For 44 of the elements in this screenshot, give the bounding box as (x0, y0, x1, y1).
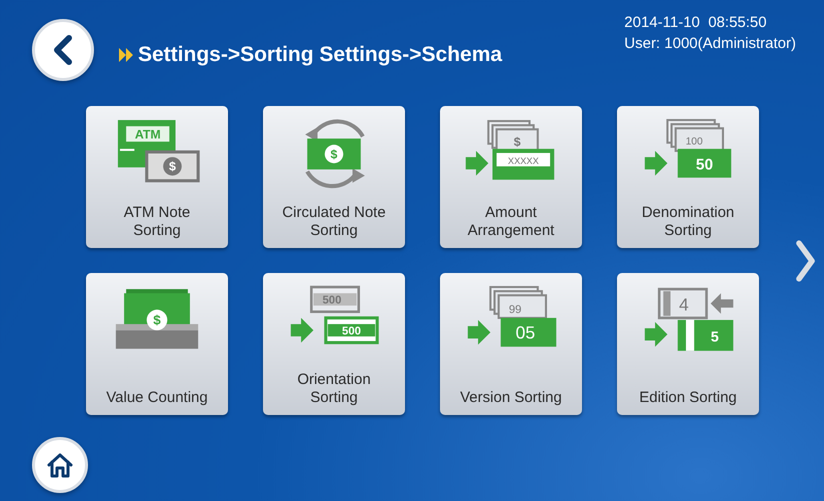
icon-text: 100 (686, 136, 703, 148)
icon-text: 5 (710, 330, 719, 346)
menu-tile[interactable]: 100 50 Denomination Sorting (617, 106, 759, 248)
icon-text: $ (153, 312, 161, 328)
tile-label: ATM Note Sorting (124, 204, 190, 240)
tile-label: Amount Arrangement (468, 204, 554, 240)
atm-note-icon (118, 120, 200, 182)
menu-tile[interactable]: $ Circulated Note Sorting (263, 106, 405, 248)
menu-tile[interactable]: 500 500 Orientation Sorting (263, 273, 405, 415)
tile-label: Value Counting (106, 389, 208, 407)
icon-text: 500 (322, 294, 342, 307)
user-label: User: 1000(Administrator) (624, 34, 796, 54)
menu-tile[interactable]: 4 5 Edition Sorting (617, 273, 759, 415)
menu-tile[interactable]: $ Value Counting (86, 273, 228, 415)
icon-text: 4 (679, 294, 689, 315)
icon-text: ATM (134, 128, 161, 142)
icon-text: $ (514, 134, 521, 149)
double-chevron-icon (118, 47, 136, 63)
back-button[interactable] (32, 19, 94, 81)
rotating-note-icon (305, 119, 365, 188)
note-stack-icon (468, 286, 556, 347)
note-stack-icon (644, 119, 732, 178)
tile-label: Orientation Sorting (297, 371, 371, 407)
menu-tile[interactable]: 99 05 Version Sorting (440, 273, 582, 415)
tile-label: Denomination Sorting (642, 204, 734, 240)
icon-text: $ (169, 159, 176, 174)
icon-text: XXXXX (508, 156, 539, 166)
flipped-note-icon (290, 286, 379, 344)
icon-text: 500 (342, 325, 361, 338)
icon-text: 50 (696, 156, 714, 174)
home-button[interactable] (32, 437, 88, 493)
note-tray-icon (116, 289, 198, 349)
note-stack-icon (466, 120, 554, 180)
tile-label: Edition Sorting (639, 389, 737, 407)
date-time: 2014-11-10 08:55:50 (624, 13, 768, 33)
tile-label: Circulated Note Sorting (282, 204, 386, 240)
note-swap-icon (644, 288, 734, 351)
icon-text: $ (330, 148, 338, 162)
icon-text: 05 (516, 322, 536, 342)
menu-tile[interactable]: ATM $ ATM Note Sorting (86, 106, 228, 248)
menu-tile[interactable]: $ XXXXX Amount Arrangement (440, 106, 582, 248)
tile-label: Version Sorting (460, 389, 562, 407)
icon-text: 99 (508, 304, 522, 316)
breadcrumb-title: Settings->Sorting Settings->Schema (138, 43, 502, 67)
